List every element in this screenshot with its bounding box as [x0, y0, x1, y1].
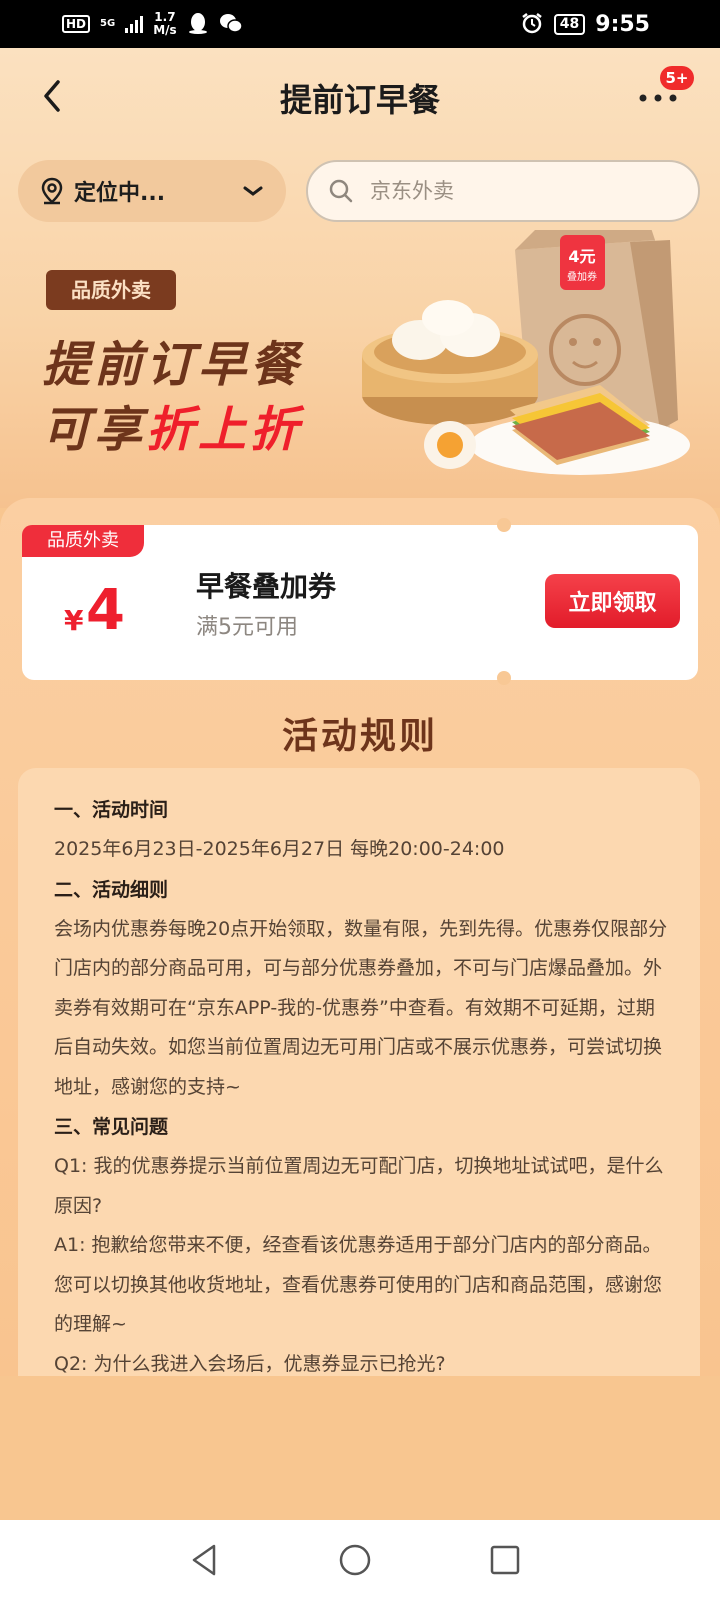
search-input[interactable]	[370, 179, 678, 203]
breakfast-illustration: 4元 叠加券	[362, 230, 690, 475]
coupon-tag: 品质外卖	[22, 525, 144, 557]
hd-indicator: HD	[62, 15, 91, 33]
clock: 9:55	[595, 11, 650, 37]
status-right: 48 9:55	[520, 11, 650, 38]
rules-paragraph: 2025年6月23日-2025年6月27日 每晚20:00-24:00	[54, 838, 505, 860]
network-type: 5G	[100, 18, 116, 29]
location-label: 定位中...	[74, 181, 166, 206]
nav-back-icon[interactable]	[186, 1541, 224, 1579]
rules-section-title: 二、活动细则	[54, 878, 169, 901]
coupon-condition: 满5元可用	[196, 615, 298, 640]
claim-coupon-button[interactable]: 立即领取	[545, 574, 680, 628]
nav-recents-icon[interactable]	[486, 1541, 524, 1579]
faq-question: Q2: 为什么我进入会场后，优惠券显示已抢光?	[54, 1352, 446, 1375]
page-title: 提前订早餐	[279, 81, 440, 119]
hero-subheadline: 可享折上折	[42, 390, 302, 460]
qq-icon	[187, 12, 209, 37]
hero-subheadline-highlight: 折上折	[146, 402, 303, 458]
coupon-notch	[497, 518, 511, 532]
search-bar[interactable]	[306, 160, 700, 222]
network-speed: 1.7 M/s	[153, 11, 176, 37]
bag-label-text: 叠加券	[567, 270, 597, 283]
bag-label-amount: 4元	[568, 247, 595, 266]
rules-heading: 活动规则	[281, 716, 438, 757]
coupon-notch	[497, 671, 511, 685]
rules-section-title: 一、活动时间	[54, 799, 169, 821]
wechat-icon	[219, 12, 243, 37]
rules-content[interactable]: 一、活动时间 2025年6月23日-2025年6月27日 每晚20:00-24:…	[18, 768, 700, 1376]
status-bar: HD 5G 1.7 M/s 48 9:55	[0, 0, 720, 48]
faq-question: Q1: 我的优惠券提示当前位置周边无可配门店，切换地址试试吧，是什么原因?	[54, 1155, 664, 1217]
speed-unit: M/s	[153, 23, 177, 37]
search-icon	[329, 179, 353, 203]
hero-tag: 品质外卖	[46, 270, 176, 310]
coupon-amount: 4	[86, 578, 125, 643]
hero-headline: 提前订早餐	[42, 337, 303, 393]
faq-answer: A1: 抱歉给您带来不便，经查看该优惠券适用于部分门店内的部分商品。您可以切换其…	[54, 1234, 663, 1335]
chevron-down-icon	[243, 186, 263, 196]
rules-section-title: 三、常见问题	[54, 1116, 169, 1138]
coupon-currency: ¥	[64, 604, 84, 637]
location-pin-icon	[41, 177, 63, 205]
signal-icon	[125, 15, 144, 33]
coupon-title: 早餐叠加券	[196, 570, 337, 603]
notification-badge: 5+	[660, 66, 694, 90]
hero-subheadline-prefix: 可享	[42, 402, 147, 458]
location-selector[interactable]: 定位中...	[18, 160, 286, 222]
rules-paragraph: 会场内优惠券每晚20点开始领取，数量有限，先到先得。优惠券仅限部分门店内的部分商…	[54, 917, 668, 1098]
alarm-icon	[520, 11, 544, 38]
more-icon	[639, 94, 677, 102]
battery-icon: 48	[553, 13, 586, 35]
status-left: HD 5G 1.7 M/s	[62, 11, 243, 37]
nav-home-icon[interactable]	[336, 1541, 374, 1579]
speed-value: 1.7	[154, 10, 176, 24]
